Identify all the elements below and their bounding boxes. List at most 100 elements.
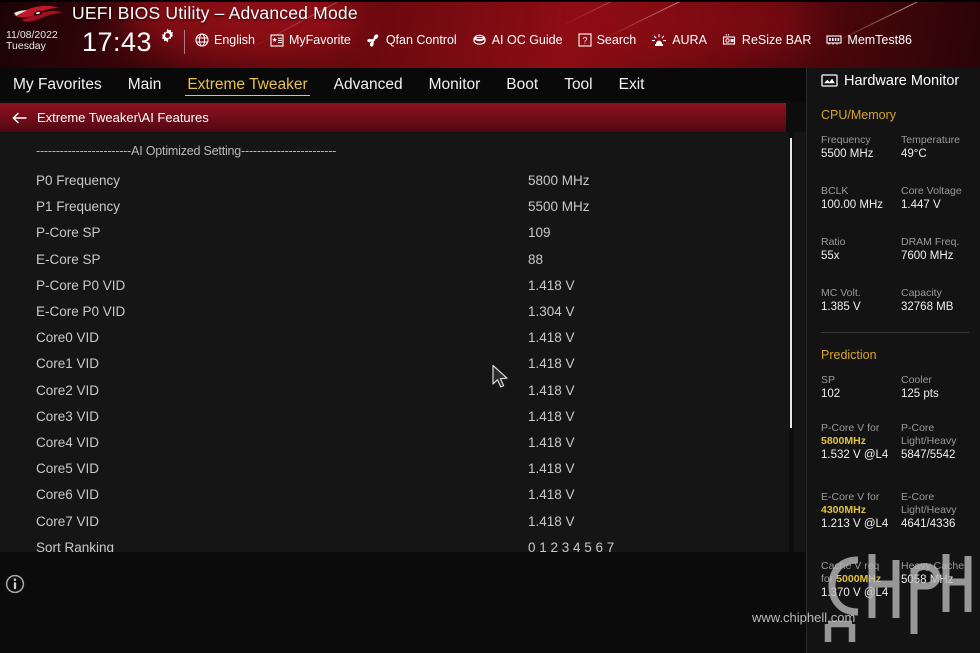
hwm-stat-value: 5500 MHz xyxy=(821,148,874,161)
hwm-stat: SP 102 xyxy=(821,374,897,402)
tab-boot[interactable]: Boot xyxy=(493,68,551,101)
settings-row-value: 1.418 V xyxy=(528,487,575,503)
toolbar-item-aura[interactable]: AURA xyxy=(651,33,707,47)
hardware-monitor-title-text: Hardware Monitor xyxy=(844,73,960,89)
tab-main[interactable]: Main xyxy=(115,68,175,101)
fan-icon xyxy=(367,34,379,47)
hwm-prediction-item: P-Core Light/Heavy 5847/5542 xyxy=(901,422,977,463)
hwm-stat: Temperature 49°C xyxy=(901,134,977,162)
hwm-prediction-key: P-Core Light/Heavy xyxy=(901,422,957,448)
breadcrumb-path: Extreme Tweaker\AI Features xyxy=(37,110,209,125)
svg-text:?: ? xyxy=(582,35,587,45)
tab-extreme-tweaker[interactable]: Extreme Tweaker xyxy=(174,68,320,101)
settings-row-label: Core3 VID xyxy=(36,408,100,424)
toolbar-item-myfavorite[interactable]: MyFavorite xyxy=(270,33,351,47)
hwm-stat-key: BCLK xyxy=(821,185,849,197)
settings-row[interactable]: Core3 VID 1.418 V xyxy=(0,406,806,432)
toolbar-item-english[interactable]: English xyxy=(195,33,255,47)
settings-row[interactable]: Core6 VID 1.418 V xyxy=(0,484,806,510)
settings-row-label: Core5 VID xyxy=(36,461,100,477)
globe-icon xyxy=(195,33,209,47)
settings-row[interactable]: P-Core SP 109 xyxy=(0,222,806,248)
settings-row[interactable]: P0 Frequency 5800 MHz xyxy=(0,170,806,196)
settings-row-label: Core2 VID xyxy=(36,382,100,398)
toolbar-item-qfan-control[interactable]: Qfan Control xyxy=(366,33,457,47)
weekday-text: Tuesday xyxy=(6,40,46,53)
settings-row-label: Core6 VID xyxy=(36,487,100,503)
settings-row-value: 1.418 V xyxy=(528,277,575,293)
page-title: UEFI BIOS Utility – Advanced Mode xyxy=(72,3,358,23)
hardware-monitor-title: Hardware Monitor xyxy=(821,73,959,89)
hardware-monitor-panel: Hardware Monitor CPU/Memory Frequency 5500… xyxy=(806,68,980,653)
settings-row-label: Sort Ranking xyxy=(36,539,115,552)
hwm-stat: MC Volt. 1.385 V xyxy=(821,287,897,315)
settings-row-value: 1.418 V xyxy=(528,408,575,424)
hwm-stat-value: 125 pts xyxy=(901,388,939,401)
toolbar-label: MemTest86 xyxy=(847,33,913,47)
settings-row[interactable]: P1 Frequency 5500 MHz xyxy=(0,196,806,222)
header-glow-2 xyxy=(560,0,820,60)
settings-row-label: Core4 VID xyxy=(36,435,100,450)
settings-row[interactable]: P-Core P0 VID 1.418 V xyxy=(0,275,806,301)
hwm-prediction-item: E-Core V for 4300MHz 1.213 V @L4 xyxy=(821,491,897,532)
toolbar-item-ai-oc-guide[interactable]: AI OC Guide xyxy=(472,33,563,47)
breadcrumb[interactable]: Extreme Tweaker\AI Features xyxy=(0,103,786,132)
settings-row-label: P-Core P0 VID xyxy=(36,277,126,293)
gear-icon[interactable] xyxy=(160,28,175,43)
scrollbar-thumb[interactable] xyxy=(790,138,792,428)
hwm-prediction-value: 1.213 V @L4 xyxy=(821,518,889,531)
toolbar-item-search[interactable]: ? Search xyxy=(578,33,637,47)
header-toolbar: English MyFavorite Qfan Control AI OC Gu… xyxy=(195,33,912,47)
hwm-stat: DRAM Freq. 7600 MHz xyxy=(901,236,977,264)
settings-row[interactable]: E-Core P0 VID 1.304 V xyxy=(0,301,806,327)
settings-row-label: P1 Frequency xyxy=(36,199,121,215)
settings-row-label: Core0 VID xyxy=(36,330,100,346)
hwm-prediction-value: 5058 MHz xyxy=(901,574,954,587)
hwm-section-title: CPU/Memory xyxy=(821,108,897,122)
settings-row[interactable]: Core7 VID 1.418 V xyxy=(0,511,806,537)
settings-row[interactable]: E-Core SP 88 xyxy=(0,249,806,275)
settings-row[interactable]: Core5 VID 1.418 V xyxy=(0,458,806,484)
hwm-divider xyxy=(821,332,969,333)
hwm-stat: BCLK 100.00 MHz xyxy=(821,185,897,213)
hwm-stat-key: Temperature xyxy=(901,134,960,146)
settings-row-value: 1.418 V xyxy=(528,382,575,398)
hwm-stat-key: DRAM Freq. xyxy=(901,236,960,248)
datetime-display: 11/08/2022 Tuesday xyxy=(6,29,58,53)
settings-row-label: P-Core SP xyxy=(36,225,101,241)
hwm-stat-value: 49°C xyxy=(901,148,927,161)
settings-row-label: Core1 VID xyxy=(36,356,100,372)
hwm-stat-value: 100.00 MHz xyxy=(821,199,884,212)
settings-row[interactable]: Core2 VID 1.418 V xyxy=(0,380,806,406)
settings-row-value: 1.418 V xyxy=(528,513,575,529)
toolbar-item-memtest86[interactable]: MemTest86 xyxy=(826,33,912,47)
hwm-stat-value: 32768 MB xyxy=(901,301,954,314)
settings-row-value: 1.418 V xyxy=(528,356,575,372)
toolbar-label: Search xyxy=(596,33,637,47)
tab-advanced[interactable]: Advanced xyxy=(321,68,416,101)
content-scrollbar[interactable] xyxy=(789,132,794,552)
settings-row[interactable]: Core0 VID 1.418 V xyxy=(0,327,806,353)
tab-my-favorites[interactable]: My Favorites xyxy=(0,68,115,101)
hwm-stat-key: MC Volt. xyxy=(821,287,861,299)
settings-row[interactable]: Core1 VID 1.418 V xyxy=(0,353,806,379)
hwm-prediction-value: 4641/4336 xyxy=(901,518,956,531)
settings-row[interactable]: Sort Ranking 0 1 2 3 4 5 6 7 xyxy=(0,537,806,552)
back-arrow-icon[interactable] xyxy=(12,111,28,125)
tab-monitor[interactable]: Monitor xyxy=(416,68,494,101)
hwm-stat-value: 1.447 V xyxy=(901,199,941,212)
settings-row[interactable]: Core4 VID 1.418 V xyxy=(0,432,806,458)
hwm-stat-key: Ratio xyxy=(821,236,846,248)
bottom-info-bar xyxy=(0,552,806,653)
tab-tool[interactable]: Tool xyxy=(551,68,605,101)
title-bar: UEFI BIOS Utility – Advanced Mode 11/08/… xyxy=(0,0,980,68)
info-icon[interactable] xyxy=(5,574,25,594)
hwm-prediction-key: P-Core V for 5800MHz xyxy=(821,422,880,448)
settings-row-value: 1.418 V xyxy=(528,461,575,477)
question-box-icon: ? xyxy=(578,33,592,47)
tab-exit[interactable]: Exit xyxy=(606,68,658,101)
toolbar-label: AURA xyxy=(672,33,707,47)
toolbar-label: Qfan Control xyxy=(385,33,457,47)
toolbar-item-resize-bar[interactable]: ReSize BAR xyxy=(722,33,811,47)
hwm-stat: Capacity 32768 MB xyxy=(901,287,977,315)
